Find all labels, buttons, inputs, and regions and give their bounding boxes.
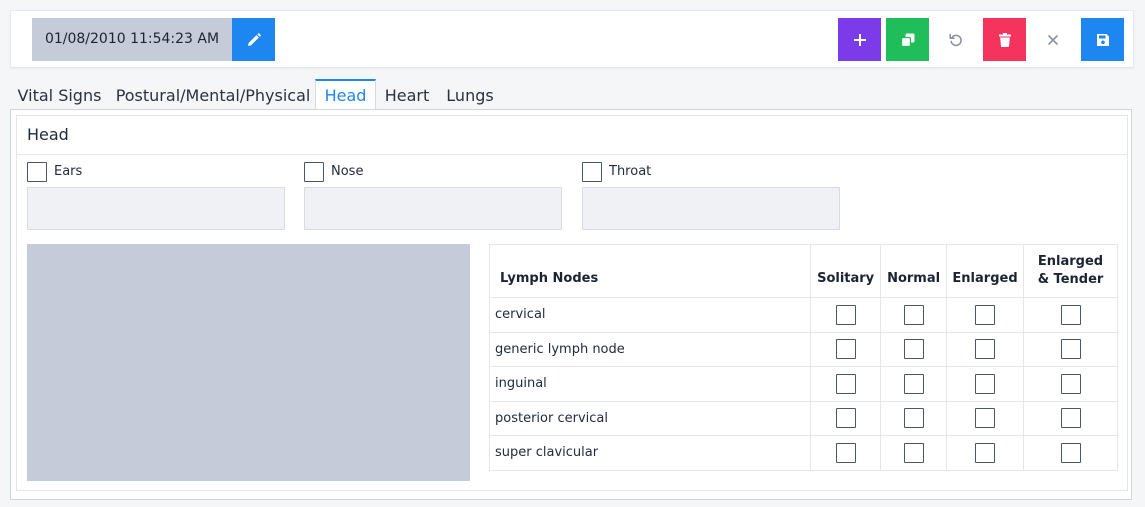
- row-label: generic lymph node: [488, 331, 812, 367]
- table-row: inguinal: [488, 366, 1118, 402]
- posterior-cervical-enlarged-checkbox[interactable]: [975, 408, 996, 429]
- edit-datetime-button[interactable]: [232, 18, 275, 61]
- row-label: posterior cervical: [488, 400, 812, 436]
- plus-icon: [853, 33, 866, 46]
- table-header-row: Lymph Nodes Solitary Normal Enlarged Enl…: [488, 244, 1118, 298]
- posterior-cervical-solitary-checkbox[interactable]: [835, 408, 856, 429]
- row-label: cervical: [488, 297, 812, 333]
- copy-icon: [900, 33, 914, 47]
- inguinal-enlarged-tender-checkbox[interactable]: [1060, 373, 1081, 394]
- super-clavicular-enlarged-checkbox[interactable]: [975, 442, 996, 463]
- close-button[interactable]: [1031, 18, 1074, 61]
- save-button[interactable]: [1081, 18, 1124, 61]
- table-row: cervical: [488, 297, 1118, 333]
- throat-checkbox[interactable]: [582, 162, 602, 182]
- cervical-solitary-checkbox[interactable]: [835, 304, 856, 325]
- generic-solitary-checkbox[interactable]: [835, 339, 856, 360]
- toolbar: 01/08/2010 11:54:23 AM: [10, 10, 1134, 68]
- close-icon: [1047, 34, 1058, 45]
- generic-normal-checkbox[interactable]: [903, 339, 924, 360]
- nose-label: Nose: [331, 164, 364, 179]
- header-enlarged-tender: Enlarged & Tender: [1023, 244, 1118, 298]
- generic-enlarged-checkbox[interactable]: [975, 339, 996, 360]
- table-row: posterior cervical: [488, 400, 1118, 436]
- ears-checkbox[interactable]: [27, 162, 47, 182]
- header-normal: Normal: [880, 244, 948, 298]
- tab-head[interactable]: Head: [315, 79, 376, 110]
- inguinal-solitary-checkbox[interactable]: [835, 373, 856, 394]
- row-label: super clavicular: [488, 435, 812, 471]
- trash-icon: [998, 32, 1011, 47]
- header-solitary: Solitary: [810, 244, 882, 298]
- head-image-placeholder: [27, 244, 470, 481]
- cervical-normal-checkbox[interactable]: [903, 304, 924, 325]
- table-row: generic lymph node: [488, 331, 1118, 367]
- tab-content: Head Ears Nose Throat Lymph Nodes Solita…: [10, 109, 1132, 500]
- row-label: inguinal: [488, 366, 812, 402]
- header-lymph-nodes: Lymph Nodes: [488, 244, 812, 298]
- lymph-nodes-table: Lymph Nodes Solitary Normal Enlarged Enl…: [488, 244, 1118, 471]
- copy-button[interactable]: [886, 18, 929, 61]
- tab-postural-mental-physical[interactable]: Postural/Mental/Physical: [114, 79, 312, 110]
- inguinal-enlarged-checkbox[interactable]: [975, 373, 996, 394]
- tab-lungs[interactable]: Lungs: [441, 79, 499, 110]
- add-button[interactable]: [838, 18, 881, 61]
- tab-heart[interactable]: Heart: [380, 79, 434, 110]
- ears-label: Ears: [54, 164, 83, 179]
- inguinal-normal-checkbox[interactable]: [903, 373, 924, 394]
- head-panel: Head Ears Nose Throat Lymph Nodes Solita…: [16, 115, 1128, 491]
- throat-label: Throat: [609, 164, 652, 179]
- undo-icon: [948, 33, 962, 46]
- delete-button[interactable]: [983, 18, 1026, 61]
- save-icon: [1096, 33, 1109, 46]
- datetime-display: 01/08/2010 11:54:23 AM: [32, 18, 232, 61]
- pencil-icon: [247, 32, 261, 46]
- panel-title: Head: [17, 116, 1127, 155]
- undo-button[interactable]: [934, 18, 977, 61]
- throat-notes-field[interactable]: [582, 187, 840, 230]
- cervical-enlarged-tender-checkbox[interactable]: [1060, 304, 1081, 325]
- super-clavicular-enlarged-tender-checkbox[interactable]: [1060, 442, 1081, 463]
- posterior-cervical-enlarged-tender-checkbox[interactable]: [1060, 408, 1081, 429]
- nose-notes-field[interactable]: [304, 187, 562, 230]
- cervical-enlarged-checkbox[interactable]: [975, 304, 996, 325]
- posterior-cervical-normal-checkbox[interactable]: [903, 408, 924, 429]
- super-clavicular-normal-checkbox[interactable]: [903, 442, 924, 463]
- generic-enlarged-tender-checkbox[interactable]: [1060, 339, 1081, 360]
- tab-vital-signs[interactable]: Vital Signs: [10, 79, 109, 110]
- super-clavicular-solitary-checkbox[interactable]: [835, 442, 856, 463]
- nose-checkbox[interactable]: [304, 162, 324, 182]
- header-enlarged: Enlarged: [946, 244, 1024, 298]
- ears-notes-field[interactable]: [27, 187, 285, 230]
- table-row: super clavicular: [488, 435, 1118, 471]
